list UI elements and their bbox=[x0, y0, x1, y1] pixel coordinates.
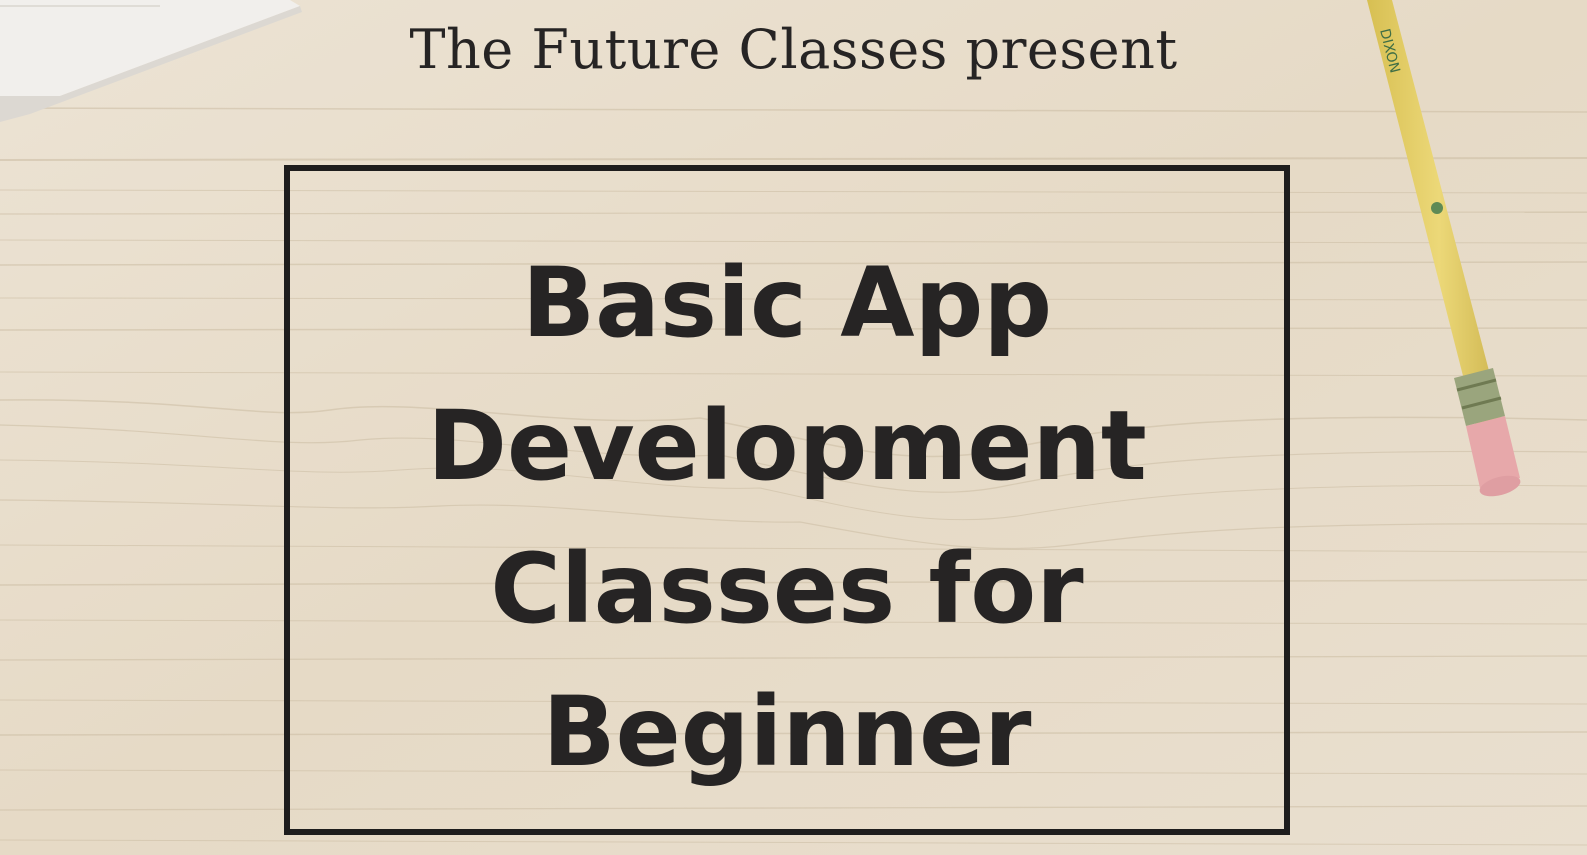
presenter-line: The Future Classes present bbox=[409, 18, 1178, 81]
headline-line-1: Basic App bbox=[521, 247, 1053, 359]
headline-line-2: Development bbox=[427, 390, 1147, 502]
headline-line-4: Beginner bbox=[542, 676, 1032, 788]
headline-line-3: Classes for bbox=[490, 533, 1084, 645]
headline: Basic App Development Classes for Beginn… bbox=[284, 232, 1290, 804]
